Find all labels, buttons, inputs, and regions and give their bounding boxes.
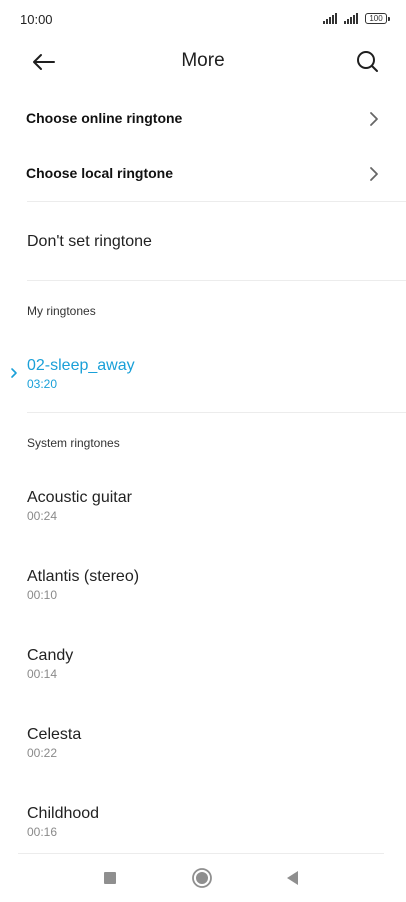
dont-set-ringtone-row[interactable]: Don't set ringtone (0, 212, 406, 272)
ringtone-duration: 00:14 (27, 667, 58, 681)
ringtone-duration: 00:16 (27, 825, 58, 839)
choose-local-ringtone-label: Choose local ringtone (26, 165, 174, 181)
circle-home-icon (192, 868, 212, 888)
page-title: More (181, 50, 225, 71)
ringtone-duration: 00:24 (27, 509, 58, 523)
triangle-back-icon (287, 871, 298, 885)
ringtone-duration: 00:22 (27, 746, 58, 760)
ringtone-name: Candy (27, 647, 74, 664)
ringtone-name: Acoustic guitar (27, 489, 132, 506)
signal-icon-2 (344, 13, 358, 24)
divider (27, 201, 406, 202)
ringtone-name: 02-sleep_away (27, 357, 135, 374)
battery-icon: 100 (365, 13, 390, 24)
search-icon (357, 51, 378, 72)
choose-local-ringtone-row[interactable]: Choose local ringtone (0, 150, 406, 200)
ringtone-item-sleep-away[interactable]: 02-sleep_away 03:20 (0, 348, 406, 408)
ringtone-item-atlantis[interactable]: Atlantis (stereo) 00:10 (0, 559, 406, 619)
choose-online-ringtone-label: Choose online ringtone (26, 110, 183, 126)
dont-set-ringtone-label: Don't set ringtone (27, 233, 152, 250)
home-button[interactable] (188, 864, 216, 892)
ringtone-item-childhood[interactable]: Childhood 00:16 (0, 796, 406, 856)
divider (27, 412, 406, 413)
ringtone-item-celesta[interactable]: Celesta 00:22 (0, 717, 406, 777)
ringtone-item-candy[interactable]: Candy 00:14 (0, 638, 406, 698)
ringtone-name: Celesta (27, 726, 82, 743)
my-ringtones-heading: My ringtones (27, 304, 96, 318)
nav-back-button[interactable] (278, 864, 306, 892)
navbar-divider (18, 853, 384, 854)
signal-icon (323, 13, 337, 24)
ringtone-name: Childhood (27, 805, 100, 822)
square-icon (104, 872, 116, 884)
status-time: 10:00 (20, 12, 53, 27)
system-ringtones-heading: System ringtones (27, 436, 120, 450)
recents-button[interactable] (96, 864, 124, 892)
selected-indicator-icon (11, 368, 17, 378)
battery-level: 100 (365, 13, 387, 24)
status-indicators: 100 (323, 13, 390, 24)
ringtone-duration: 00:10 (27, 588, 58, 602)
divider (27, 280, 406, 281)
choose-online-ringtone-row[interactable]: Choose online ringtone (0, 95, 406, 145)
chevron-right-icon (370, 167, 378, 181)
ringtone-duration: 03:20 (27, 377, 58, 391)
chevron-right-icon (370, 112, 378, 126)
ringtone-item-acoustic-guitar[interactable]: Acoustic guitar 00:24 (0, 480, 406, 540)
search-button[interactable] (348, 44, 386, 80)
ringtone-name: Atlantis (stereo) (27, 568, 140, 585)
